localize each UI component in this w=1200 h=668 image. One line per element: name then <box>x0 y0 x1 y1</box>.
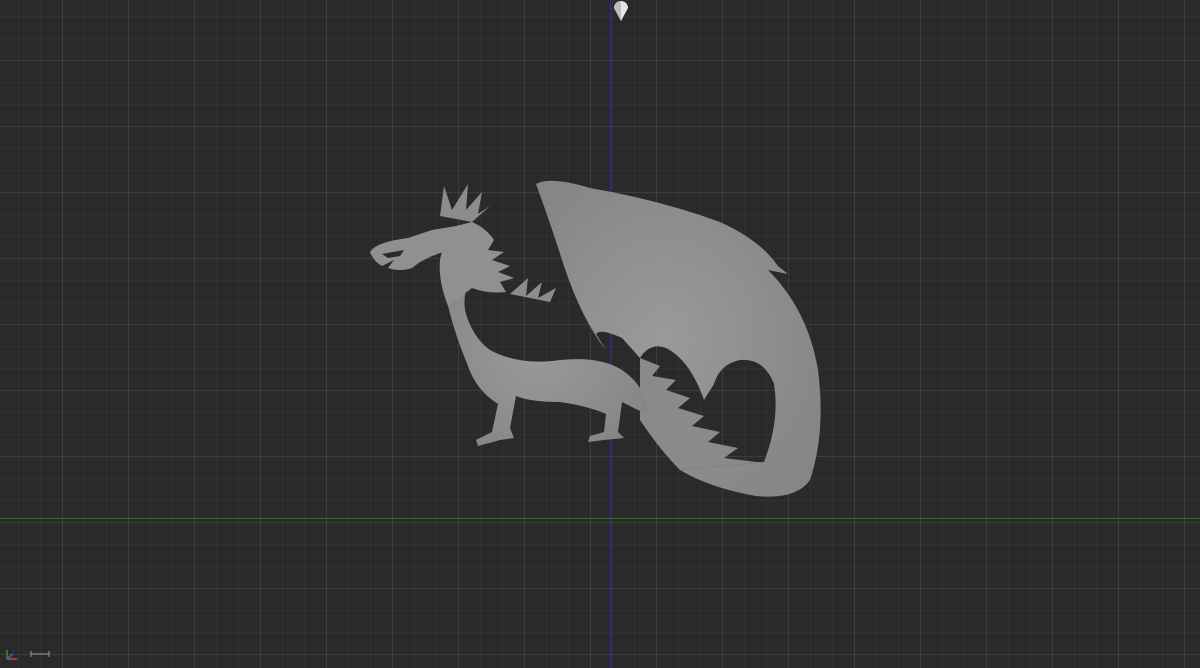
dragon-spikes <box>510 278 556 302</box>
x-axis-line <box>0 518 1200 519</box>
dragon-horns <box>440 184 490 222</box>
camera-pin-icon[interactable] <box>612 0 630 22</box>
dragon-model[interactable] <box>360 170 830 510</box>
scale-bar-icon <box>30 651 50 657</box>
axis-gizmo-icon[interactable] <box>4 648 20 662</box>
3d-viewport[interactable] <box>0 0 1200 668</box>
